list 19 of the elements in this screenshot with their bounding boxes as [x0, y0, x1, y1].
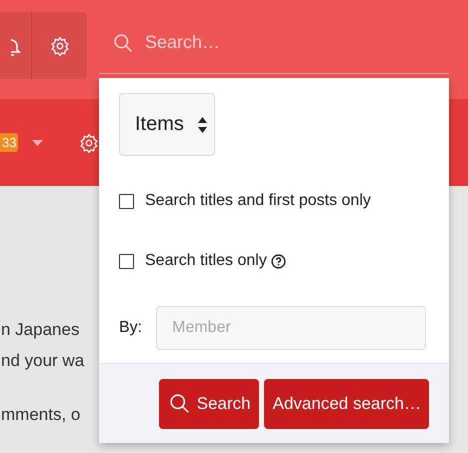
search-icon	[113, 32, 133, 52]
search-icon	[168, 393, 190, 414]
type-select[interactable]: Items	[119, 93, 215, 156]
help-icon[interactable]	[270, 254, 286, 268]
sort-icon	[198, 116, 207, 132]
search-field[interactable]: Search…	[143, 31, 397, 54]
checkbox[interactable]	[119, 254, 134, 268]
body-text: nd your wa	[1, 350, 84, 372]
search-button[interactable]: Search	[158, 378, 259, 428]
body-text: mments, o	[1, 404, 80, 426]
checkbox[interactable]	[119, 194, 134, 208]
option-label[interactable]: Search titles only	[145, 252, 267, 270]
member-field[interactable]: Member	[156, 306, 426, 350]
body-text: n Japanes	[1, 319, 80, 341]
advanced-search-button[interactable]: Advanced search…	[264, 378, 429, 428]
by-label: By:	[119, 319, 142, 337]
option-label[interactable]: Search titles and first posts only	[145, 192, 371, 210]
count-badge: 33	[0, 133, 18, 152]
settings-icon	[50, 36, 70, 56]
